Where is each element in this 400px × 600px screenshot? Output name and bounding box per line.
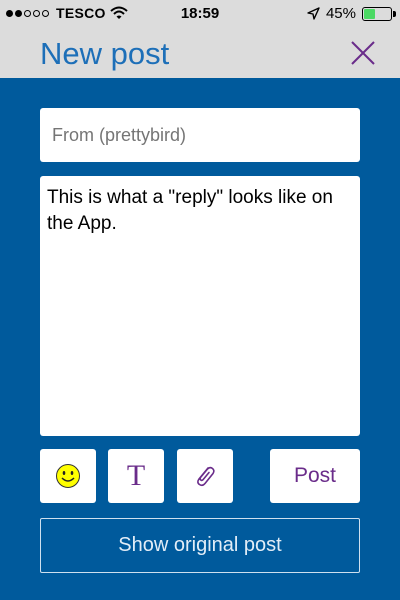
battery-percent: 45%	[325, 5, 356, 22]
battery-icon	[362, 6, 396, 21]
text-format-icon: T	[126, 459, 146, 492]
show-original-post-button[interactable]: Show original post	[40, 518, 360, 573]
battery-fill	[364, 8, 375, 19]
from-field[interactable]	[40, 108, 360, 162]
status-bar: TESCO 18:59 45%	[0, 0, 400, 28]
message-textarea[interactable]: This is what a "reply" looks like on the…	[40, 176, 360, 436]
text-format-button[interactable]: T	[108, 449, 164, 503]
emoji-button[interactable]	[40, 449, 96, 503]
status-right: 45%	[307, 5, 396, 22]
close-icon	[351, 41, 375, 65]
location-arrow-icon	[307, 7, 320, 20]
smiley-icon	[56, 464, 80, 488]
close-button[interactable]	[348, 38, 378, 68]
post-button[interactable]: Post	[270, 449, 360, 503]
paperclip-icon	[197, 466, 215, 487]
page-title: New post	[40, 36, 170, 71]
attach-button[interactable]	[177, 449, 233, 503]
nav-bar: New post	[0, 28, 400, 78]
